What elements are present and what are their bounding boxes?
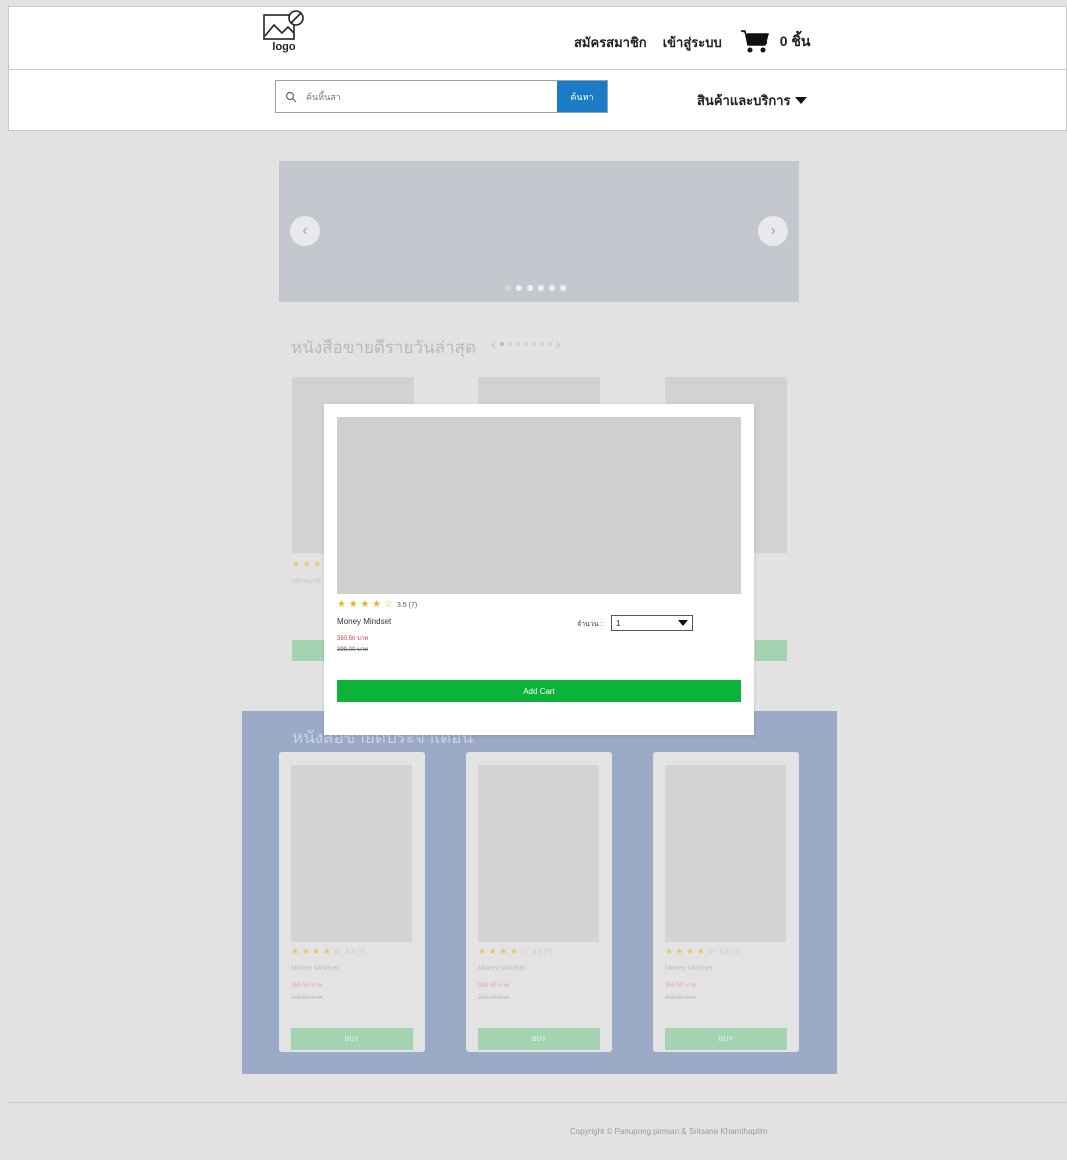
search-button[interactable]: ค้นหา (557, 81, 607, 112)
logo-image-icon (263, 10, 304, 40)
modal-product-old-price: 399.00 บาท (337, 647, 369, 653)
modal-product-price: 350.50 บาท (337, 636, 369, 642)
product-old-price: 399.00 บาท (665, 995, 697, 1001)
rating-count: 3.5 (7) (719, 949, 740, 956)
product-card: ★ ★ ★ ★ ☆ 3.5 (7) Money Mindset 350.50 บา… (653, 752, 799, 1052)
search-box: ค้นหา (275, 80, 608, 113)
pager-dot[interactable] (515, 342, 520, 346)
logo-label: logo (272, 41, 296, 53)
modal-product-name: Money Mindset (337, 617, 392, 626)
register-link[interactable]: สมัครสมาชิก (574, 32, 647, 53)
top-header: logo สมัครสมาชิก เข้าสู่ระบบ 0 ชิ้น (8, 6, 1067, 70)
modal-product-image (337, 417, 741, 594)
section1-pager: ‹ › (491, 336, 560, 352)
product-rating: ★ ★ ★ ★ ☆ 3.5 (7) (665, 946, 740, 957)
pager-dot[interactable] (499, 342, 504, 346)
buy-button[interactable]: BUY (665, 1028, 787, 1050)
banner-carousel: ‹ › (279, 161, 799, 302)
banner-dot[interactable] (516, 285, 522, 291)
footer: Copyright © Panupong pimsan & Sritsana K… (8, 1102, 1067, 1160)
product-price: 350.50 บาท (665, 983, 697, 989)
rating-stars-icon: ★ ★ ★ ★ ☆ (665, 946, 716, 956)
section-title-daily-bestseller: หนังสือขายดีรายวันล่าสุด (291, 338, 477, 358)
modal-rating: ★ ★ ★ ★ ☆ 3.5 (7) (337, 599, 417, 610)
login-link[interactable]: เข้าสู่ระบบ (663, 32, 722, 53)
products-menu[interactable]: สินค้าและบริการ (697, 90, 807, 111)
banner-dot[interactable] (549, 285, 555, 291)
rating-count: 3.5 (7) (345, 949, 366, 956)
buy-button[interactable]: BUY (291, 1028, 413, 1050)
quantity-select[interactable]: 1 (611, 615, 693, 631)
product-card: ★ ★ ★ ★ ☆ 3.5 (7) Money Mindset 350.50 บา… (279, 752, 425, 1052)
product-card: ★ ★ ★ ★ ☆ 3.5 (7) Money Mindset 350.50 บา… (466, 752, 612, 1052)
cart-icon (740, 30, 769, 53)
product-old-price: 399.00 บาท (478, 995, 510, 1001)
caret-down-icon (794, 97, 807, 104)
quantity-value: 1 (616, 618, 621, 628)
banner-dot[interactable] (560, 285, 566, 291)
pager-dot[interactable] (507, 342, 512, 346)
banner-dot[interactable] (505, 285, 511, 291)
pager-dot[interactable] (547, 342, 552, 346)
rating-count: 3.5 (7) (532, 949, 553, 956)
product-name: Money Mindset (665, 965, 713, 972)
product-old-price: 399.00 บาท (291, 995, 323, 1001)
cart-button[interactable]: 0 ชิ้น (740, 29, 811, 55)
quantity-label: จำนวน : (577, 621, 603, 628)
rating-stars-icon: ★ ★ ★ ★ ☆ (337, 599, 393, 610)
buy-button[interactable] (755, 640, 787, 661)
rating-stars-icon: ★ ★ ★ ★ ☆ (478, 946, 529, 956)
add-cart-button[interactable]: Add Cart (337, 680, 741, 702)
product-price: 350.50 บาท (478, 983, 510, 989)
logo[interactable]: logo (259, 9, 309, 65)
search-bar-row: ค้นหา สินค้าและบริการ (8, 70, 1067, 131)
banner-dot[interactable] (527, 285, 533, 291)
caret-down-icon (678, 620, 688, 626)
pager-dot[interactable] (523, 342, 528, 346)
product-rating: ★ ★ ★ ★ ☆ 3.5 (7) (478, 946, 553, 957)
product-image (291, 765, 412, 942)
monthly-bestseller-section: หนังสือขายดีประจำเดือน ★ ★ ★ ★ ☆ 3.5 (7) … (242, 711, 837, 1074)
product-rating: ★ ★ ★ ★ ☆ 3.5 (7) (291, 946, 366, 957)
buy-button[interactable]: BUY (478, 1028, 600, 1050)
chevron-left-icon[interactable]: ‹ (491, 336, 496, 352)
rating-stars-icon: ★ ★ ★ ★ ☆ (291, 946, 342, 956)
top-links: สมัครสมาชิก เข้าสู่ระบบ 0 ชิ้น (574, 29, 810, 55)
chevron-left-icon: ‹ (302, 222, 308, 239)
rating-count: 3.5 (7) (396, 602, 418, 609)
banner-next-button[interactable]: › (758, 216, 788, 246)
products-menu-label: สินค้าและบริการ (697, 93, 791, 108)
pager-dot[interactable] (539, 342, 544, 346)
chevron-right-icon: › (770, 222, 776, 239)
product-modal: ★ ★ ★ ★ ☆ 3.5 (7) Money Mindset 350.50 บา… (324, 404, 754, 735)
search-icon (276, 81, 306, 112)
product-name: Money Mindset (478, 965, 526, 972)
product-image (478, 765, 599, 942)
banner-prev-button[interactable]: ‹ (290, 216, 320, 246)
banner-dot[interactable] (538, 285, 544, 291)
chevron-right-icon[interactable]: › (556, 336, 561, 352)
product-price: 350.50 บาท (291, 983, 323, 989)
product-name: Money Mindset (291, 965, 339, 972)
search-input[interactable] (306, 81, 557, 112)
product-image (665, 765, 786, 942)
copyright-text: Copyright © Panupong pimsan & Sritsana K… (570, 1127, 768, 1136)
banner-dots (505, 285, 566, 291)
pager-dot[interactable] (531, 342, 536, 346)
cart-count: 0 ชิ้น (779, 33, 811, 49)
